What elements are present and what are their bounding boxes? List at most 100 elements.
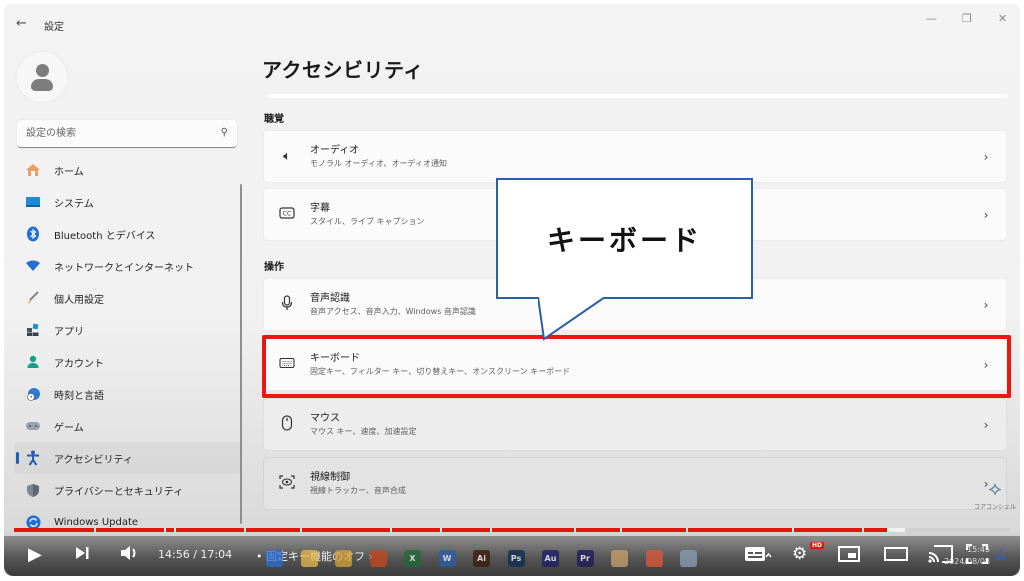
settings-button[interactable]: ⚙ bbox=[792, 544, 807, 564]
powerpoint-icon[interactable] bbox=[369, 550, 387, 567]
eye-control-icon bbox=[264, 474, 310, 494]
sidebar-item-home[interactable]: ホーム bbox=[14, 154, 242, 186]
card-text: 視線制御 視線トラッカー、音声合成 bbox=[310, 471, 966, 497]
gear-icon: ⚙ bbox=[792, 544, 808, 564]
sidebar-item-time-language[interactable]: 時刻と言語 bbox=[14, 378, 242, 410]
play-button[interactable]: ▶ bbox=[28, 544, 42, 565]
illustrator-icon[interactable]: Ai bbox=[473, 550, 490, 567]
sidebar-item-windows-update[interactable]: Windows Update bbox=[14, 506, 242, 538]
user-avatar[interactable] bbox=[17, 52, 67, 102]
sidebar-item-label: アクセシビリティ bbox=[54, 454, 133, 466]
sidebar-item-accounts[interactable]: アカウント bbox=[14, 346, 242, 378]
theater-mode-button[interactable] bbox=[884, 546, 908, 566]
chapter-marker bbox=[244, 528, 246, 532]
content-divider bbox=[266, 94, 1008, 98]
chapter-marker bbox=[300, 528, 302, 532]
shield-icon bbox=[24, 482, 42, 498]
next-button[interactable] bbox=[74, 545, 90, 565]
sidebar-item-network[interactable]: ネットワークとインターネット bbox=[14, 250, 242, 282]
closed-caption-icon: CC bbox=[264, 206, 310, 223]
speaker-icon: 🔈︎ bbox=[283, 149, 291, 164]
windows-start-icon[interactable] bbox=[266, 550, 283, 567]
card-audio[interactable]: 🔈︎ オーディオ モノラル オーディオ、オーディオ通知 › bbox=[263, 130, 1007, 183]
card-subtitle: モノラル オーディオ、オーディオ通知 bbox=[310, 158, 447, 168]
card-title: 視線制御 bbox=[310, 471, 350, 483]
chapter-marker bbox=[164, 528, 166, 532]
sidebar-item-privacy-security[interactable]: プライバシーとセキュリティ bbox=[14, 474, 242, 506]
sidebar-item-label: 個人用設定 bbox=[54, 294, 104, 306]
audition-icon[interactable]: Au bbox=[542, 550, 559, 567]
chevron-right-icon: › bbox=[983, 357, 989, 372]
chapter-marker bbox=[390, 528, 392, 532]
sidebar-nav: ホーム システム Bluetooth とデバイス ネットワークとインターネット … bbox=[14, 154, 242, 538]
sidebar-item-label: アカウント bbox=[54, 358, 104, 370]
search-icon[interactable]: ⚲ bbox=[221, 127, 228, 138]
search-input[interactable] bbox=[17, 120, 202, 146]
card-subtitle: 固定キー、フィルター キー、切り替えキー、オンスクリーン キーボード bbox=[310, 366, 571, 376]
sidebar-item-system[interactable]: システム bbox=[14, 186, 242, 218]
photoshop-icon[interactable]: Ps bbox=[507, 550, 525, 567]
chrome-icon[interactable] bbox=[335, 550, 352, 567]
account-icon bbox=[24, 354, 42, 370]
close-button[interactable]: ✕ bbox=[998, 12, 1007, 25]
sidebar-item-label: プライバシーとセキュリティ bbox=[54, 486, 184, 498]
title-bar: ← 設定 — ❐ ✕ bbox=[4, 4, 1020, 44]
paint-drop-icon[interactable] bbox=[645, 550, 663, 567]
sidebar-item-apps[interactable]: アプリ bbox=[14, 314, 242, 346]
card-keyboard[interactable]: キーボード 固定キー、フィルター キー、切り替えキー、オンスクリーン キーボード… bbox=[263, 338, 1007, 391]
sidebar-item-label: ホーム bbox=[54, 166, 84, 178]
subtitles-button[interactable] bbox=[744, 546, 772, 566]
app-title: 設定 bbox=[44, 22, 64, 33]
sidebar-item-bluetooth[interactable]: Bluetooth とデバイス bbox=[14, 218, 242, 250]
sidebar-item-label: システム bbox=[54, 198, 94, 210]
volume-button[interactable] bbox=[120, 545, 140, 565]
miniplayer-button[interactable] bbox=[838, 546, 860, 566]
minimize-button[interactable]: — bbox=[926, 12, 937, 25]
fullscreen-icon bbox=[965, 543, 989, 565]
video-progress-bar[interactable] bbox=[14, 528, 1010, 532]
watermark-logo-icon: ⟡ bbox=[988, 476, 1002, 500]
sidebar-item-accessibility[interactable]: アクセシビリティ bbox=[14, 442, 242, 474]
card-subtitle: 音声アクセス、音声入力、Windows 音声認識 bbox=[310, 306, 476, 316]
gamepad-icon bbox=[24, 418, 42, 434]
avatar-head-shape bbox=[36, 64, 49, 77]
sidebar-item-personalization[interactable]: 個人用設定 bbox=[14, 282, 242, 314]
premiere-icon[interactable]: Pr bbox=[576, 550, 594, 567]
maximize-button[interactable]: ❐ bbox=[962, 12, 972, 25]
snipping-tool-icon[interactable] bbox=[611, 550, 628, 567]
notification-bell-icon[interactable]: 🔔︎ bbox=[994, 548, 1008, 561]
section-hearing-label: 聴覚 bbox=[264, 114, 284, 125]
card-mouse[interactable]: マウス マウス キー、速度、加速設定 › bbox=[263, 398, 1007, 451]
chapter-marker bbox=[174, 528, 176, 532]
word-icon[interactable]: W bbox=[438, 550, 456, 567]
chapter-marker bbox=[686, 528, 688, 532]
card-subtitle: マウス キー、速度、加速設定 bbox=[310, 426, 417, 436]
subtitles-icon bbox=[745, 547, 772, 561]
excel-icon[interactable]: X bbox=[404, 550, 421, 567]
sidebar-item-label: 時刻と言語 bbox=[54, 390, 104, 402]
paintbrush-icon bbox=[24, 290, 42, 306]
video-controls-bar: ▶ 14:56 / 17:04 • 固定キー機能のオフ › XWAiPsAuPr… bbox=[4, 536, 1020, 576]
video-time-display: 14:56 / 17:04 bbox=[158, 548, 233, 561]
chapter-marker bbox=[440, 528, 442, 532]
fullscreen-button[interactable] bbox=[965, 543, 989, 568]
chevron-right-icon: › bbox=[983, 297, 989, 312]
keyboard-icon bbox=[264, 357, 310, 373]
settings-gear-icon[interactable] bbox=[680, 550, 697, 567]
mouse-icon bbox=[264, 414, 310, 435]
chevron-right-icon: › bbox=[983, 207, 989, 222]
sidebar-item-label: Bluetooth とデバイス bbox=[54, 230, 156, 242]
chapter-marker bbox=[792, 528, 794, 532]
apps-icon bbox=[24, 322, 42, 338]
settings-search-box[interactable]: ⚲ bbox=[17, 120, 237, 148]
progress-played bbox=[14, 528, 888, 532]
time-language-icon bbox=[24, 386, 42, 402]
sidebar-scrollbar[interactable] bbox=[240, 184, 242, 524]
back-button[interactable]: ← bbox=[16, 16, 27, 31]
card-title: キーボード bbox=[310, 352, 360, 364]
sidebar-item-gaming[interactable]: ゲーム bbox=[14, 410, 242, 442]
svg-text:CC: CC bbox=[283, 210, 291, 217]
accessibility-icon bbox=[24, 450, 42, 466]
file-explorer-icon[interactable] bbox=[300, 550, 318, 567]
card-eye-control[interactable]: 視線制御 視線トラッカー、音声合成 › bbox=[263, 457, 1007, 510]
